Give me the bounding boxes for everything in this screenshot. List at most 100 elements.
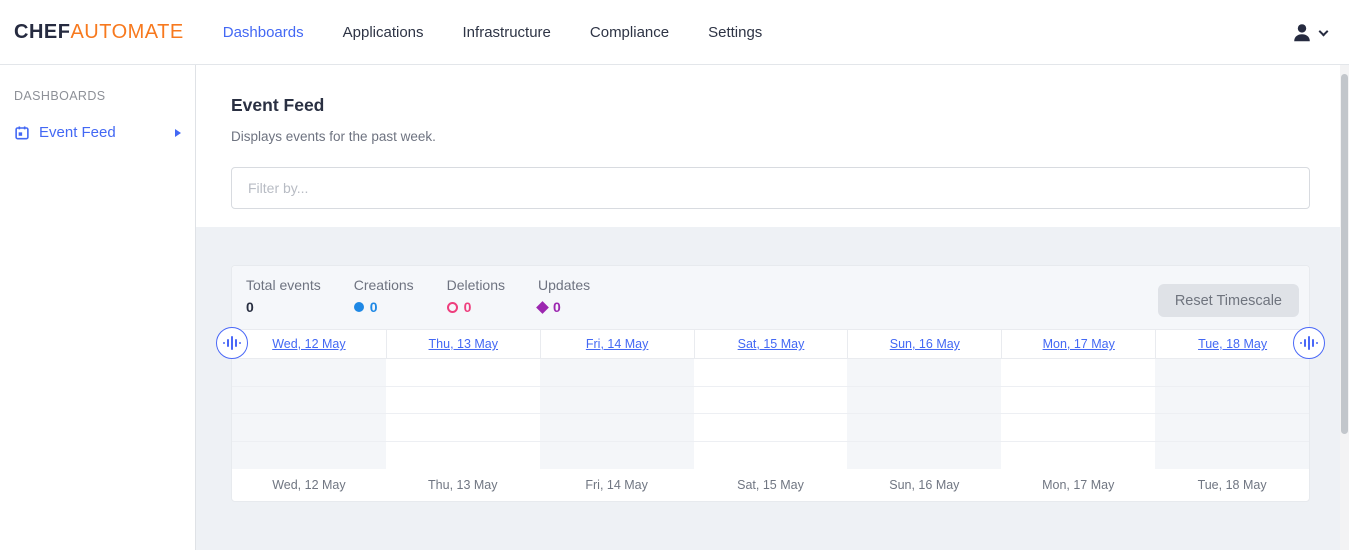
stat-label: Creations [354, 277, 414, 293]
stat-label: Total events [246, 277, 321, 293]
stat-creations: Creations 0 [354, 277, 414, 329]
reset-timescale-button[interactable]: Reset Timescale [1158, 284, 1299, 317]
updates-diamond-icon [536, 301, 549, 314]
day-link[interactable]: Mon, 17 May [1043, 337, 1115, 351]
grid-cell [694, 387, 848, 415]
grip-icon [1300, 342, 1302, 344]
person-icon [1291, 22, 1313, 44]
grid-cell [847, 387, 1001, 415]
grid-cell [386, 359, 540, 387]
nav-settings[interactable]: Settings [706, 18, 764, 47]
sidebar-item-event-feed[interactable]: Event Feed [0, 120, 195, 145]
timeline-card: Total events 0 Creations 0 Deletions [231, 265, 1310, 502]
day-link[interactable]: Wed, 12 May [272, 337, 345, 351]
chevron-down-icon [1319, 26, 1329, 36]
grid-cell [386, 387, 540, 415]
day-header-cell: Thu, 13 May [386, 330, 540, 358]
axis-label: Fri, 14 May [540, 469, 694, 501]
day-link[interactable]: Fri, 14 May [586, 337, 649, 351]
page-header-area: Event Feed Displays events for the past … [196, 65, 1349, 227]
calendar-event-icon [14, 125, 30, 141]
vertical-scrollbar [1340, 65, 1349, 550]
grid-cell [694, 442, 848, 470]
grid-cell [847, 414, 1001, 442]
grid-cell [386, 414, 540, 442]
stat-value: 0 [246, 299, 254, 315]
timescale-handle-right[interactable] [1293, 327, 1325, 359]
timeline-axis-row: Wed, 12 May Thu, 13 May Fri, 14 May Sat,… [232, 469, 1309, 501]
grid-cell [386, 442, 540, 470]
grip-icon [223, 342, 225, 344]
grid-cell [1155, 414, 1309, 442]
grid-cell [540, 414, 694, 442]
grid-cell [540, 359, 694, 387]
day-header-cell: Sun, 16 May [847, 330, 1001, 358]
stat-value: 0 [370, 299, 378, 315]
stat-updates: Updates 0 [538, 277, 590, 329]
filter-input[interactable] [231, 167, 1310, 209]
grid-cell [847, 442, 1001, 470]
nav-applications[interactable]: Applications [341, 18, 426, 47]
stat-total-events: Total events 0 [246, 277, 321, 329]
triangle-right-icon[interactable] [175, 129, 181, 137]
page-title: Event Feed [231, 95, 1310, 116]
logo-automate-text: AUTOMATE [70, 21, 183, 43]
main-content: Event Feed Displays events for the past … [196, 65, 1349, 550]
axis-label: Thu, 13 May [386, 469, 540, 501]
grid-cell [1155, 442, 1309, 470]
grid-cell [1001, 414, 1155, 442]
grid-cell [1155, 387, 1309, 415]
day-link[interactable]: Sun, 16 May [890, 337, 960, 351]
axis-label: Sun, 16 May [847, 469, 1001, 501]
grid-cell [232, 414, 386, 442]
grid-cell [540, 387, 694, 415]
axis-label: Wed, 12 May [232, 469, 386, 501]
chef-automate-logo[interactable]: CHEFAUTOMATE [14, 21, 184, 44]
nav-compliance[interactable]: Compliance [588, 18, 671, 47]
axis-label: Mon, 17 May [1001, 469, 1155, 501]
sidebar: DASHBOARDS Event Feed [0, 65, 196, 550]
stat-value: 0 [464, 299, 472, 315]
grid-cell [540, 442, 694, 470]
page-shell: DASHBOARDS Event Feed Event Feed Display… [0, 65, 1349, 550]
grid-cell [847, 359, 1001, 387]
day-header-cell: Wed, 12 May [232, 330, 386, 358]
stat-label: Deletions [447, 277, 505, 293]
grid-cell [694, 359, 848, 387]
grid-cell [1001, 387, 1155, 415]
event-feed-section: Total events 0 Creations 0 Deletions [196, 227, 1349, 550]
nav-infrastructure[interactable]: Infrastructure [461, 18, 553, 47]
deletions-circle-icon [447, 302, 458, 313]
day-link[interactable]: Tue, 18 May [1198, 337, 1267, 351]
stat-value: 0 [553, 299, 561, 315]
stats-strip: Total events 0 Creations 0 Deletions [232, 266, 1309, 329]
grid-cell [1155, 359, 1309, 387]
stat-deletions: Deletions 0 [447, 277, 505, 329]
main-nav: Dashboards Applications Infrastructure C… [221, 18, 765, 47]
nav-dashboards[interactable]: Dashboards [221, 18, 306, 47]
stat-label: Updates [538, 277, 590, 293]
day-header-cell: Tue, 18 May [1155, 330, 1309, 358]
top-navigation-bar: CHEFAUTOMATE Dashboards Applications Inf… [0, 0, 1349, 65]
sidebar-item-label: Event Feed [39, 124, 116, 141]
creations-dot-icon [354, 302, 364, 312]
grid-cell [232, 359, 386, 387]
day-link[interactable]: Thu, 13 May [429, 337, 498, 351]
day-header-cell: Fri, 14 May [540, 330, 694, 358]
grid-cell [694, 414, 848, 442]
timescale-handle-left[interactable] [216, 327, 248, 359]
axis-label: Tue, 18 May [1155, 469, 1309, 501]
day-link[interactable]: Sat, 15 May [738, 337, 805, 351]
logo-chef-text: CHEF [14, 21, 70, 43]
day-header-cell: Mon, 17 May [1001, 330, 1155, 358]
user-menu[interactable] [1291, 0, 1327, 65]
day-header-cell: Sat, 15 May [694, 330, 848, 358]
grid-cell [232, 442, 386, 470]
sidebar-section-title: DASHBOARDS [0, 89, 195, 103]
grid-cell [232, 387, 386, 415]
grid-cell [1001, 442, 1155, 470]
scrollbar-thumb[interactable] [1341, 74, 1348, 434]
page-subtitle: Displays events for the past week. [231, 129, 1310, 144]
axis-label: Sat, 15 May [694, 469, 848, 501]
grid-cell [1001, 359, 1155, 387]
